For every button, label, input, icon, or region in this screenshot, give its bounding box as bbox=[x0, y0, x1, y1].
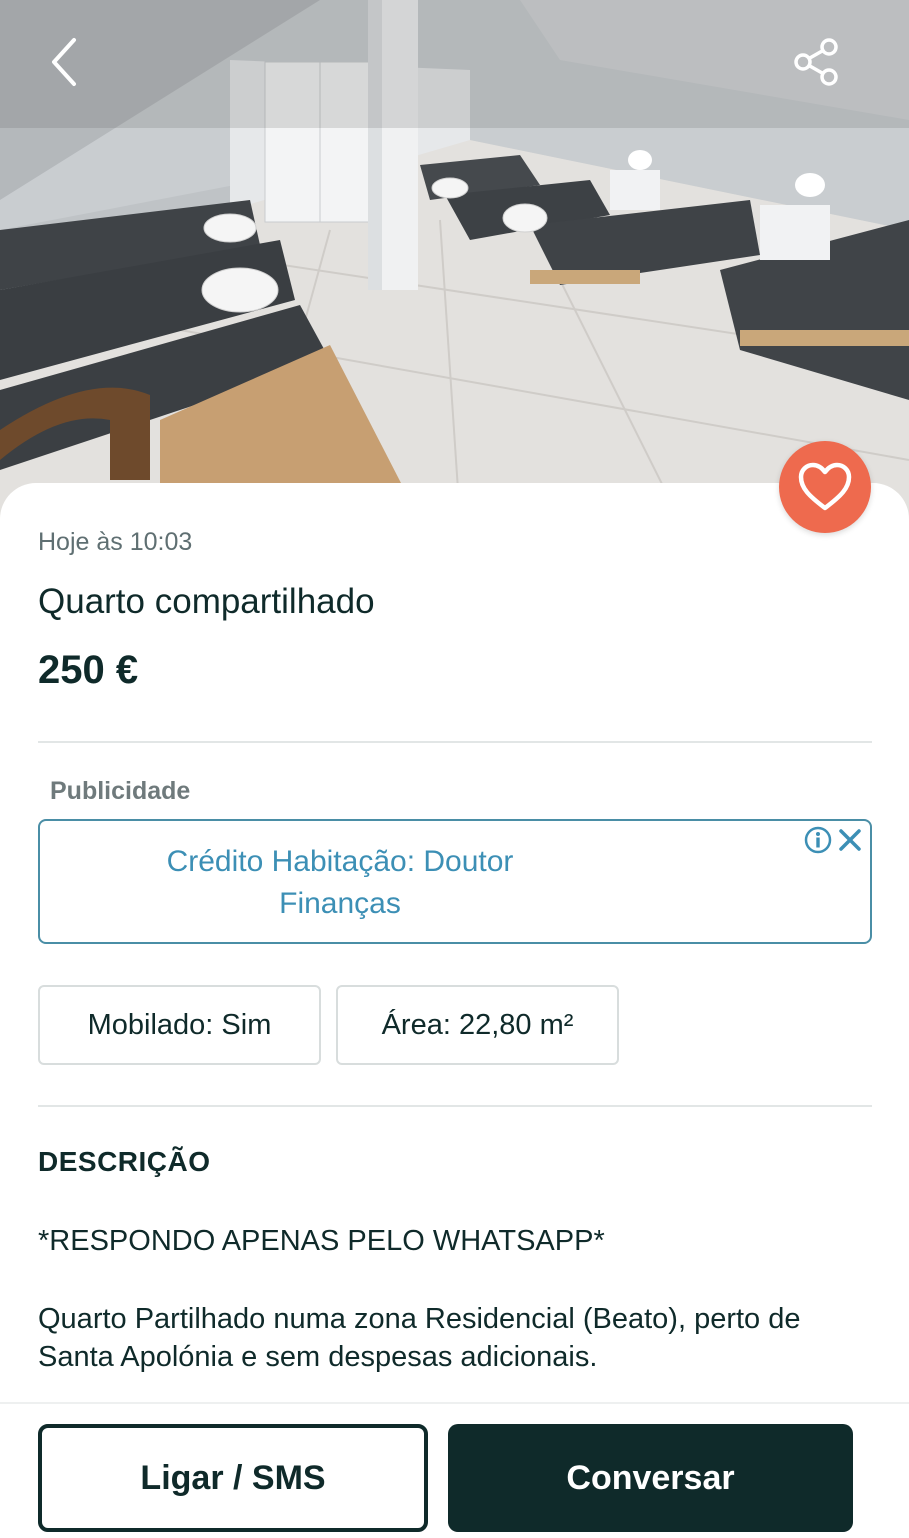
ad-text[interactable]: Crédito Habitação: Doutor Finanças bbox=[100, 841, 580, 925]
photo-top-overlay bbox=[0, 0, 909, 128]
chevron-left-icon bbox=[52, 38, 76, 86]
share-icon bbox=[794, 38, 838, 86]
info-icon bbox=[804, 826, 832, 854]
ad-close-button[interactable] bbox=[836, 826, 864, 854]
listing-price: 250 € bbox=[38, 648, 139, 692]
chat-button[interactable]: Conversar bbox=[448, 1424, 853, 1532]
ad-info-button[interactable] bbox=[804, 826, 832, 854]
ad-text-line1: Crédito Habitação: Doutor bbox=[166, 845, 514, 878]
divider bbox=[38, 741, 872, 743]
close-icon bbox=[839, 829, 861, 851]
divider bbox=[38, 1105, 872, 1107]
attribute-chip-area: Área: 22,80 m² bbox=[336, 985, 619, 1065]
description-note: *RESPONDO APENAS PELO WHATSAPP* bbox=[38, 1225, 605, 1257]
share-button[interactable] bbox=[787, 32, 847, 92]
heart-icon bbox=[798, 462, 852, 511]
listing-photo[interactable] bbox=[0, 0, 909, 520]
ad-text-line2: Finanças bbox=[279, 887, 401, 920]
listing-title: Quarto compartilhado bbox=[38, 582, 375, 621]
listing-timestamp: Hoje às 10:03 bbox=[38, 528, 193, 556]
back-button[interactable] bbox=[36, 32, 96, 92]
ad-label: Publicidade bbox=[50, 777, 191, 805]
call-sms-button[interactable]: Ligar / SMS bbox=[38, 1424, 428, 1532]
description-heading: DESCRIÇÃO bbox=[38, 1146, 211, 1177]
favorite-button[interactable] bbox=[779, 441, 871, 533]
ad-banner[interactable]: Crédito Habitação: Doutor Finanças bbox=[38, 819, 872, 944]
description-text: Quarto Partilhado numa zona Residencial … bbox=[38, 1303, 801, 1373]
attribute-chip-furnished: Mobilado: Sim bbox=[38, 985, 321, 1065]
